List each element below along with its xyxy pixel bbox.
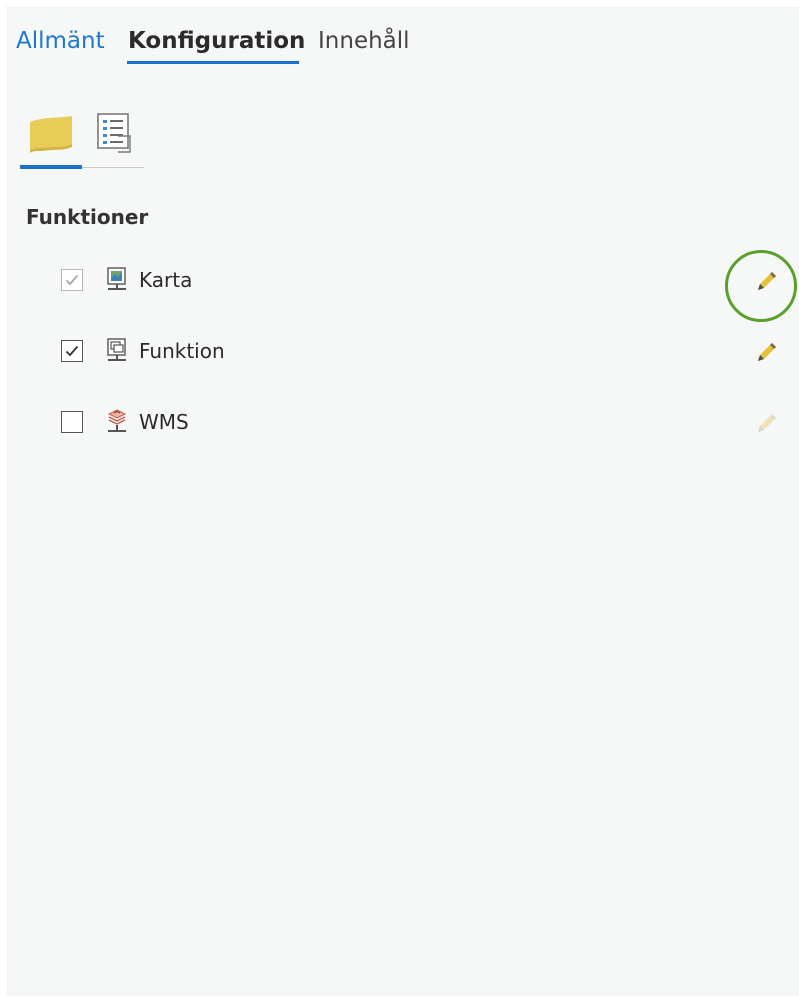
tab-content[interactable]: Innehåll — [318, 26, 410, 56]
feature-row-wms: WMS — [6, 403, 799, 443]
checkmark-icon — [65, 345, 79, 357]
pencil-icon — [758, 414, 776, 432]
pencil-icon — [758, 343, 776, 361]
feature-row-funktion: Funktion — [6, 332, 799, 372]
subtab-properties-list[interactable] — [86, 106, 146, 166]
wms-server-icon — [107, 409, 127, 432]
feature-row-karta: Karta — [6, 261, 799, 301]
pencil-icon — [758, 272, 776, 290]
tab-configuration[interactable]: Konfiguration — [128, 26, 305, 56]
checkmark-icon — [65, 274, 79, 286]
map-server-icon — [107, 267, 126, 290]
section-title: Funktioner — [26, 205, 149, 229]
edit-wms-button[interactable] — [748, 406, 784, 442]
subtab-map[interactable] — [20, 106, 80, 166]
checkbox-karta[interactable] — [61, 269, 83, 291]
active-tab-indicator — [127, 61, 299, 64]
feature-server-icon — [107, 338, 126, 361]
edit-funktion-button[interactable] — [748, 335, 784, 371]
tab-general[interactable]: Allmänt — [16, 26, 105, 56]
map-icon — [30, 116, 72, 153]
feature-label: WMS — [139, 410, 189, 434]
top-tab-bar: Allmänt Konfiguration Innehåll — [6, 6, 799, 66]
checkbox-wms[interactable] — [61, 411, 83, 433]
feature-label: Karta — [139, 268, 193, 292]
active-subtab-indicator — [20, 165, 82, 169]
checkbox-funktion[interactable] — [61, 340, 83, 362]
properties-panel: Allmänt Konfiguration Innehåll Funktione… — [6, 6, 799, 996]
edit-karta-button[interactable] — [748, 264, 784, 300]
list-properties-icon — [97, 113, 131, 153]
feature-label: Funktion — [139, 339, 225, 363]
subtab-divider — [82, 167, 144, 168]
